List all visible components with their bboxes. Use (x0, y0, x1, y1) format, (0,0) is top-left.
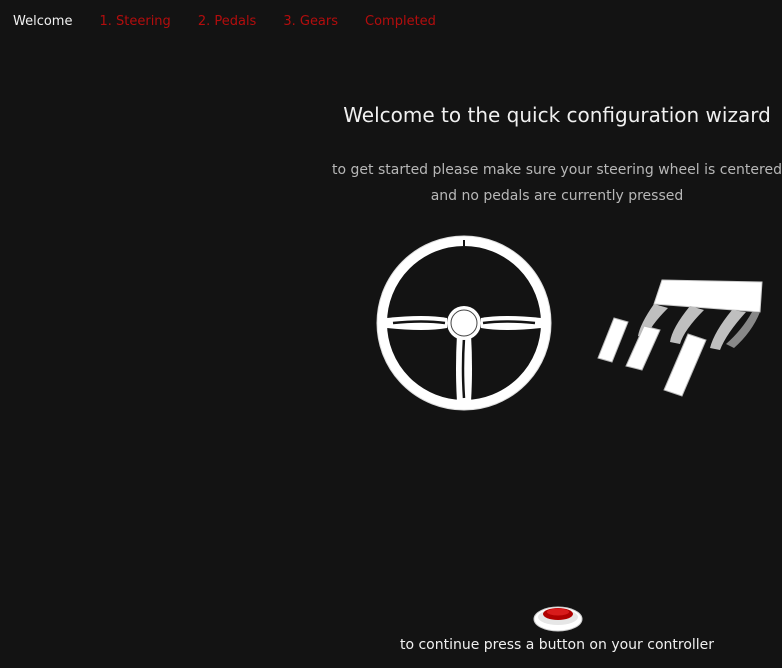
pedals-icon (597, 279, 763, 397)
steering-wheel-icon (376, 235, 552, 411)
tab-gears[interactable]: 3. Gears (283, 12, 338, 32)
tab-completed[interactable]: Completed (365, 12, 436, 32)
controller-button-icon[interactable] (531, 602, 585, 634)
tab-welcome[interactable]: Welcome (13, 12, 72, 32)
continue-instruction: to continue press a button on your contr… (399, 637, 715, 653)
wizard-instructions: to get started please make sure your ste… (332, 162, 782, 204)
wizard-page: Welcome 1. Steering 2. Pedals 3. Gears C… (0, 0, 782, 668)
wizard-title: Welcome to the quick configuration wizar… (343, 103, 771, 127)
tab-steering[interactable]: 1. Steering (99, 12, 170, 32)
tab-pedals[interactable]: 2. Pedals (198, 12, 257, 32)
wizard-tabs: Welcome 1. Steering 2. Pedals 3. Gears C… (0, 12, 436, 32)
